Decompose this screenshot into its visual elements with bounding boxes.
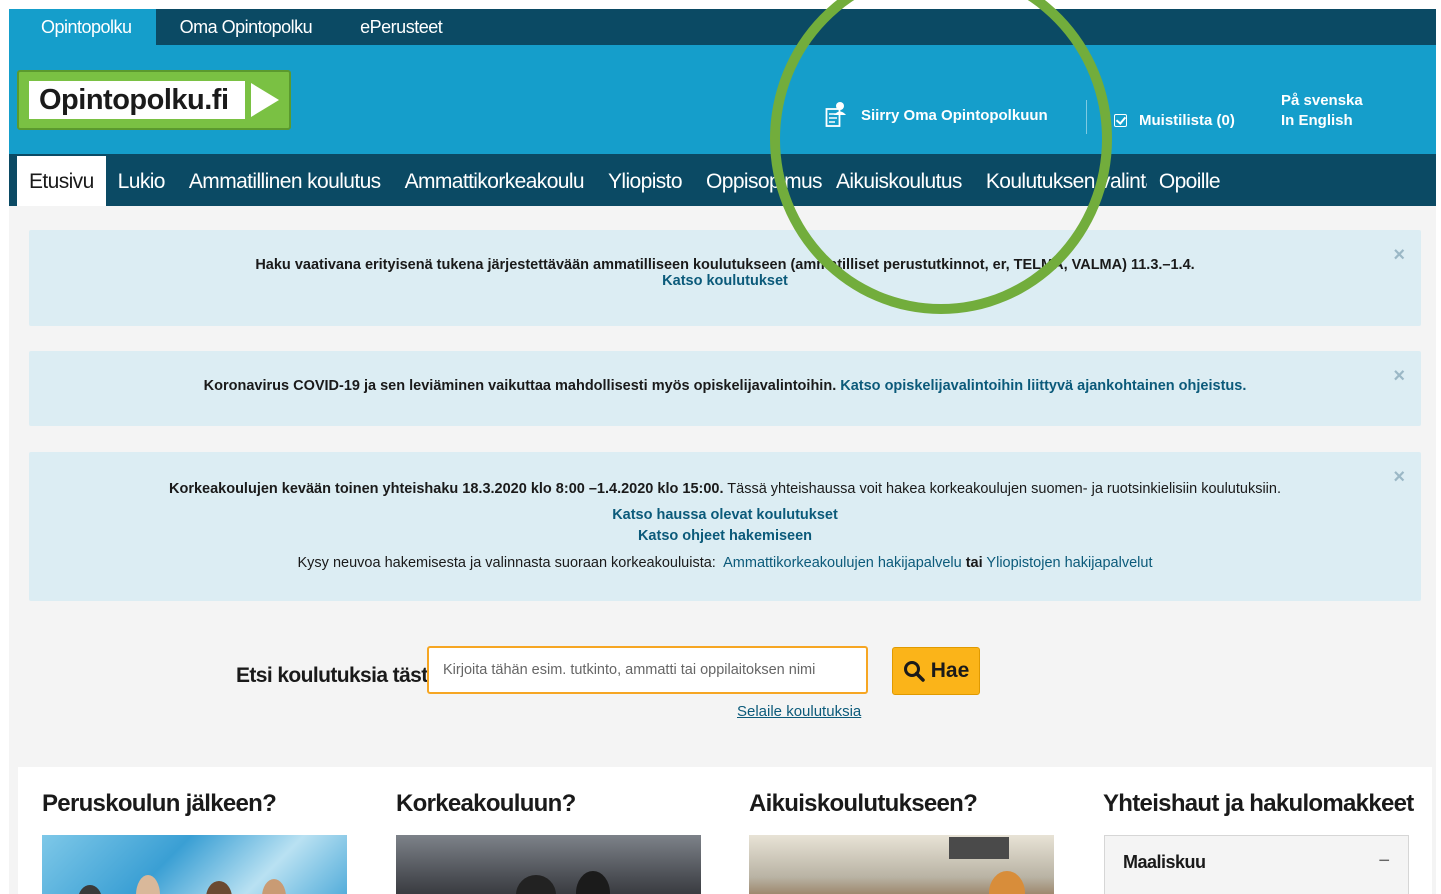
amk-hakijapalvelu-link[interactable]: Ammattikorkeakoulujen hakijapalvelu [723, 555, 962, 571]
nav-koulutuksen-valinta[interactable]: Koulutuksen valinta [974, 156, 1147, 206]
search-button-label: Hae [930, 659, 970, 682]
content-panel: Peruskoulun jälkeen? Korkeakouluun? Aiku… [18, 767, 1432, 894]
nav-etusivu[interactable]: Etusivu [17, 156, 106, 206]
site-header: Opintopolku.fi Siirry Oma Opintopolkuun … [9, 45, 1436, 154]
ask-text: Kysy neuvoa hakemisesta ja valinnasta su… [297, 555, 716, 571]
notice-text: Tässä yhteishaussa voit hakea korkeakoul… [727, 481, 1281, 497]
main-navigation: Etusivu Lukio Ammatillinen koulutus Amma… [9, 154, 1436, 206]
logo-arrow-icon [251, 83, 279, 117]
collapse-icon[interactable]: − [1378, 850, 1390, 873]
nav-yliopisto[interactable]: Yliopisto [596, 156, 694, 206]
col-title-peruskoulu[interactable]: Peruskoulun jälkeen? [42, 790, 277, 818]
ohjeistus-link[interactable]: Katso opiskelijavalintoihin liittyvä aja… [840, 378, 1246, 394]
search-input[interactable] [427, 646, 868, 694]
lang-swedish-link[interactable]: På svenska [1281, 91, 1363, 111]
logo-text: Opintopolku.fi [29, 81, 245, 119]
col-title-aikuiskoulutus[interactable]: Aikuiskoulutukseen? [749, 790, 978, 818]
tab-opintopolku[interactable]: Opintopolku [9, 9, 156, 45]
notice-yhteishaku: Korkeakoulujen kevään toinen yhteishaku … [29, 452, 1421, 601]
tab-eperusteet[interactable]: ePerusteet [336, 9, 466, 45]
notice-text: Haku vaativana erityisenä tukena järjest… [255, 257, 1195, 273]
oma-opintopolku-link[interactable]: Siirry Oma Opintopolkuun [825, 101, 1048, 129]
ohjeet-hakemiseen-link[interactable]: Katso ohjeet hakemiseen [638, 528, 812, 544]
opintopolku-logo[interactable]: Opintopolku.fi [17, 70, 291, 130]
nav-oppisopimus[interactable]: Oppisopimus [694, 156, 824, 206]
nav-ammatillinen-koulutus[interactable]: Ammatillinen koulutus [177, 156, 393, 206]
yo-hakijapalvelut-link[interactable]: Yliopistojen hakijapalvelut [986, 555, 1152, 571]
korkeakoulu-image[interactable] [396, 835, 701, 894]
accordion-maaliskuu[interactable]: Maaliskuu [1105, 836, 1408, 886]
peruskoulu-image[interactable] [42, 835, 347, 894]
muistilista-link[interactable]: Muistilista (0) [1114, 112, 1235, 129]
close-icon[interactable]: × [1393, 244, 1405, 267]
notice-text: Koronavirus COVID-19 ja sen leviäminen v… [203, 378, 837, 394]
haussa-olevat-link[interactable]: Katso haussa olevat koulutukset [612, 507, 838, 523]
search-label: Etsi koulutuksia tästä [236, 664, 439, 687]
nav-aikuiskoulutus[interactable]: Aikuiskoulutus [824, 156, 974, 206]
close-icon[interactable]: × [1393, 466, 1405, 489]
search-icon [903, 661, 925, 682]
close-icon[interactable]: × [1393, 365, 1405, 388]
nav-ammattikorkeakoulu[interactable]: Ammattikorkeakoulu [393, 156, 596, 206]
col-title-yhteishaut: Yhteishaut ja hakulomakkeet [1103, 790, 1414, 817]
header-divider [1086, 100, 1087, 134]
browse-link[interactable]: Selaile koulutuksia [737, 703, 861, 720]
lang-english-link[interactable]: In English [1281, 111, 1363, 131]
tab-oma-opintopolku[interactable]: Oma Opintopolku [156, 9, 337, 45]
yhteishaut-accordion: Maaliskuu − [1104, 835, 1409, 894]
nav-opoille[interactable]: Opoille [1147, 156, 1232, 206]
katso-koulutukset-link[interactable]: Katso koulutukset [662, 273, 788, 289]
aikuiskoulutus-image[interactable] [749, 835, 1054, 894]
user-document-icon [825, 102, 846, 127]
search-button[interactable]: Hae [892, 647, 980, 695]
notice-bold-text: Korkeakoulujen kevään toinen yhteishaku … [168, 481, 724, 497]
notice-koronavirus: Koronavirus COVID-19 ja sen leviäminen v… [29, 351, 1421, 426]
language-links: På svenska In English [1281, 91, 1363, 131]
or-text: tai [965, 555, 983, 571]
col-title-korkeakoulu[interactable]: Korkeakouluun? [396, 790, 576, 818]
oma-link-label: Siirry Oma Opintopolkuun [861, 106, 1048, 124]
nav-lukio[interactable]: Lukio [106, 156, 177, 206]
page: Opintopolku Oma Opintopolku ePerusteet O… [9, 9, 1436, 894]
muistilista-label: Muistilista (0) [1139, 112, 1235, 129]
checkbox-icon [1114, 114, 1127, 127]
top-service-bar: Opintopolku Oma Opintopolku ePerusteet [9, 9, 1436, 45]
notice-vaativa-erityinen-tuki: Haku vaativana erityisenä tukena järjest… [29, 230, 1421, 326]
